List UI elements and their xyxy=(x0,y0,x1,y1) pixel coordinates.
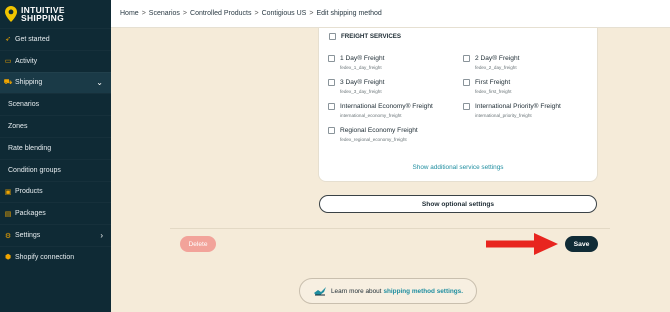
service-checkbox[interactable] xyxy=(328,127,335,134)
service-code: fedex_first_freight xyxy=(475,89,512,94)
service-code: international_economy_freight xyxy=(340,113,402,118)
service-code: fedex_2_day_freight xyxy=(475,65,517,70)
service-name: 1 Day® Freight xyxy=(340,55,385,62)
service-name: First Freight xyxy=(475,79,511,86)
service-name: 3 Day® Freight xyxy=(340,79,385,86)
box-icon: ▣ xyxy=(4,188,12,196)
breadcrumb: Home > Scenarios > Controlled Products >… xyxy=(111,0,670,28)
service-checkbox[interactable] xyxy=(463,103,470,110)
service-checkbox[interactable] xyxy=(328,55,335,62)
service-checkbox[interactable] xyxy=(328,79,335,86)
service-option: International Priority® Freight internat… xyxy=(463,103,561,118)
service-code: fedex_3_day_freight xyxy=(340,89,382,94)
sidebar-item-products[interactable]: ▣ Products xyxy=(0,181,111,203)
brand-name: INTUITIVE SHIPPING xyxy=(21,4,65,23)
sidebar-item-condition-groups[interactable]: Condition groups xyxy=(0,159,111,181)
service-option: First Freight fedex_first_freight xyxy=(463,79,512,94)
sidebar-item-settings[interactable]: ⚙ Settings › xyxy=(0,224,111,246)
service-checkbox[interactable] xyxy=(463,79,470,86)
breadcrumb-current-page: Edit shipping method xyxy=(316,10,382,17)
sidebar: INTUITIVE SHIPPING ➶ Get started ▭ Activ… xyxy=(0,0,111,312)
sidebar-item-zones[interactable]: Zones xyxy=(0,115,111,137)
service-name: International Priority® Freight xyxy=(475,103,561,110)
sidebar-item-shopify-connection[interactable]: ⬢ Shopify connection xyxy=(0,246,111,268)
breadcrumb-controlled-products[interactable]: Controlled Products xyxy=(190,10,251,17)
service-code: international_priority_freight xyxy=(475,113,532,118)
sidebar-item-get-started[interactable]: ➶ Get started xyxy=(0,28,111,50)
learn-more-banner: Learn more about shipping method setting… xyxy=(299,278,477,304)
breadcrumb-contigious-us[interactable]: Contigious US xyxy=(262,10,307,17)
activity-icon: ▭ xyxy=(4,58,12,66)
service-option: 3 Day® Freight fedex_3_day_freight xyxy=(328,79,384,94)
sidebar-item-rate-blending[interactable]: Rate blending xyxy=(0,137,111,159)
service-name: International Economy® Freight xyxy=(340,103,433,110)
breadcrumb-home[interactable]: Home xyxy=(120,10,139,17)
shopify-icon: ⬢ xyxy=(4,254,12,262)
sidebar-item-scenarios[interactable]: Scenarios xyxy=(0,93,111,115)
sidebar-item-packages[interactable]: ▤ Packages xyxy=(0,202,111,224)
divider xyxy=(170,228,610,229)
save-button[interactable]: Save xyxy=(565,236,598,252)
service-checkbox[interactable] xyxy=(328,103,335,110)
chevron-down-icon: ⌄ xyxy=(96,78,103,88)
location-pin-icon xyxy=(5,6,17,22)
truck-icon: ⛟ xyxy=(3,79,13,87)
sidebar-item-activity[interactable]: ▭ Activity xyxy=(0,50,111,72)
service-name: Regional Economy Freight xyxy=(340,127,418,134)
freight-services-checkbox[interactable] xyxy=(329,33,336,40)
service-checkbox[interactable] xyxy=(463,55,470,62)
rocket-icon: ➶ xyxy=(5,36,11,44)
freight-services-card: FREIGHT SERVICES 1 Day® Freight fedex_1_… xyxy=(318,28,598,182)
service-option: International Economy® Freight internati… xyxy=(328,103,433,118)
chevron-right-icon: › xyxy=(100,231,103,241)
arrow-right-icon xyxy=(486,233,558,255)
service-code: fedex_regional_economy_freight xyxy=(340,137,407,142)
package-icon: ▤ xyxy=(4,210,12,218)
service-option: Regional Economy Freight fedex_regional_… xyxy=(328,127,418,142)
delete-button[interactable]: Delete xyxy=(180,236,216,252)
gear-icon: ⚙ xyxy=(4,232,12,240)
shipping-method-settings-link[interactable]: shipping method settings. xyxy=(383,288,463,295)
brand-logo[interactable]: INTUITIVE SHIPPING xyxy=(0,0,111,28)
bird-icon xyxy=(314,287,326,296)
show-optional-settings-button[interactable]: Show optional settings xyxy=(319,195,597,213)
freight-services-header: FREIGHT SERVICES xyxy=(329,33,401,40)
sidebar-item-shipping[interactable]: ⛟ Shipping ⌄ xyxy=(0,71,111,94)
service-option: 2 Day® Freight fedex_2_day_freight xyxy=(463,55,519,70)
service-name: 2 Day® Freight xyxy=(475,55,520,62)
breadcrumb-scenarios[interactable]: Scenarios xyxy=(149,10,180,17)
sidebar-nav: ➶ Get started ▭ Activity ⛟ Shipping ⌄ Sc… xyxy=(0,28,111,268)
service-code: fedex_1_day_freight xyxy=(340,65,382,70)
service-option: 1 Day® Freight fedex_1_day_freight xyxy=(328,55,384,70)
show-additional-settings-link[interactable]: Show additional service settings xyxy=(319,164,597,171)
